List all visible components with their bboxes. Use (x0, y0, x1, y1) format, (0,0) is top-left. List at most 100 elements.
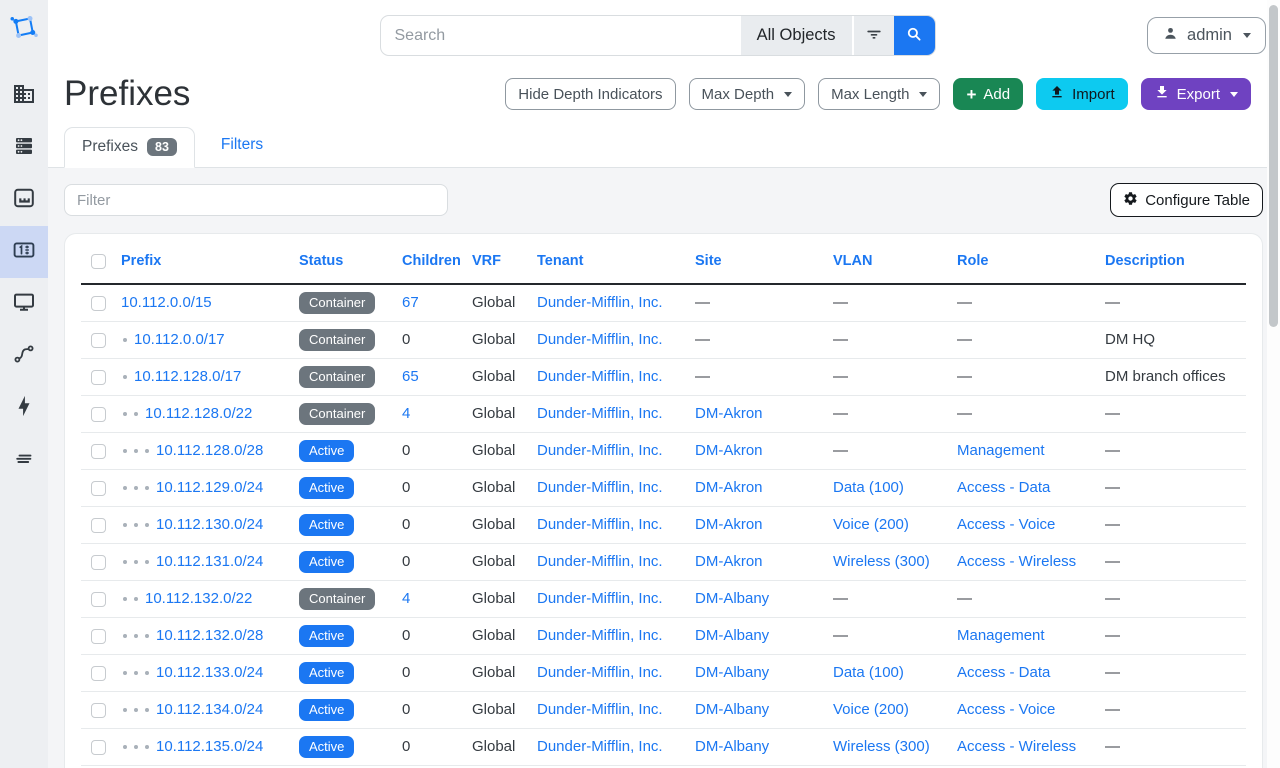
prefix-link[interactable]: 10.112.128.0/22 (145, 405, 252, 422)
search-submit-button[interactable] (894, 16, 935, 55)
prefix-link[interactable]: 10.112.0.0/17 (134, 331, 225, 348)
column-header-status[interactable]: Status (289, 247, 392, 284)
site-link[interactable]: DM-Albany (695, 738, 769, 755)
role-link[interactable]: Access - Voice (957, 516, 1055, 533)
column-header-prefix[interactable]: Prefix (111, 247, 289, 284)
prefix-link[interactable]: 10.112.129.0/24 (156, 479, 263, 496)
sidebar-item-virtualization[interactable] (0, 278, 48, 330)
vlan-link[interactable]: Voice (200) (833, 516, 909, 533)
tenant-link[interactable]: Dunder-Mifflin, Inc. (537, 294, 663, 311)
row-checkbox[interactable] (91, 407, 106, 422)
sidebar-item-circuits[interactable] (0, 330, 48, 382)
sidebar-item-provisioning[interactable] (0, 434, 48, 486)
export-dropdown[interactable]: Export (1141, 78, 1251, 110)
sidebar-item-devices[interactable] (0, 122, 48, 174)
hide-depth-indicators-button[interactable]: Hide Depth Indicators (505, 78, 675, 110)
site-link[interactable]: DM-Albany (695, 664, 769, 681)
prefix-link[interactable]: 10.112.135.0/24 (156, 738, 263, 755)
sidebar-item-organization[interactable] (0, 70, 48, 122)
column-header-description[interactable]: Description (1095, 247, 1246, 284)
role-link[interactable]: Management (957, 627, 1045, 644)
tenant-link[interactable]: Dunder-Mifflin, Inc. (537, 479, 663, 496)
prefix-link[interactable]: 10.112.132.0/22 (145, 590, 252, 607)
netbox-logo-icon[interactable] (9, 12, 39, 46)
site-link[interactable]: DM-Albany (695, 701, 769, 718)
children-count-link[interactable]: 4 (402, 590, 410, 607)
prefix-link[interactable]: 10.112.0.0/15 (121, 294, 212, 311)
site-link[interactable]: DM-Akron (695, 479, 763, 496)
column-header-vlan[interactable]: VLAN (823, 247, 947, 284)
site-link[interactable]: DM-Albany (695, 627, 769, 644)
configure-table-button[interactable]: Configure Table (1110, 183, 1263, 217)
vlan-link[interactable]: Data (100) (833, 664, 904, 681)
site-link[interactable]: DM-Akron (695, 553, 763, 570)
row-checkbox[interactable] (91, 555, 106, 570)
sidebar-item-connections[interactable] (0, 174, 48, 226)
search-scope-dropdown[interactable]: All Objects (741, 16, 852, 55)
row-checkbox[interactable] (91, 740, 106, 755)
row-checkbox[interactable] (91, 370, 106, 385)
prefix-link[interactable]: 10.112.132.0/28 (156, 627, 263, 644)
prefix-link[interactable]: 10.112.133.0/24 (156, 664, 263, 681)
row-checkbox[interactable] (91, 333, 106, 348)
page-scrollbar-thumb[interactable] (1269, 5, 1278, 327)
tenant-link[interactable]: Dunder-Mifflin, Inc. (537, 553, 663, 570)
column-header-role[interactable]: Role (947, 247, 1095, 284)
vlan-link[interactable]: Data (100) (833, 479, 904, 496)
children-count-link[interactable]: 67 (402, 294, 419, 311)
tenant-link[interactable]: Dunder-Mifflin, Inc. (537, 331, 663, 348)
select-all-checkbox[interactable] (91, 254, 106, 269)
role-link[interactable]: Access - Data (957, 664, 1050, 681)
vlan-link[interactable]: Wireless (300) (833, 553, 930, 570)
site-link[interactable]: DM-Akron (695, 516, 763, 533)
search-input[interactable] (381, 16, 741, 55)
column-header-children[interactable]: Children (392, 247, 462, 284)
vlan-link[interactable]: Wireless (300) (833, 738, 930, 755)
vlan-link[interactable]: Voice (200) (833, 701, 909, 718)
row-checkbox[interactable] (91, 592, 106, 607)
column-header-tenant[interactable]: Tenant (527, 247, 685, 284)
row-checkbox[interactable] (91, 666, 106, 681)
max-length-dropdown[interactable]: Max Length (818, 78, 940, 110)
import-button[interactable]: Import (1036, 78, 1128, 110)
tenant-link[interactable]: Dunder-Mifflin, Inc. (537, 627, 663, 644)
row-checkbox[interactable] (91, 481, 106, 496)
prefix-link[interactable]: 10.112.134.0/24 (156, 701, 263, 718)
children-count-link[interactable]: 4 (402, 405, 410, 422)
children-count-link[interactable]: 65 (402, 368, 419, 385)
row-checkbox[interactable] (91, 444, 106, 459)
role-link[interactable]: Access - Voice (957, 701, 1055, 718)
add-button[interactable]: + Add (953, 78, 1023, 110)
sidebar-item-ipam[interactable] (0, 226, 48, 278)
role-link[interactable]: Access - Data (957, 479, 1050, 496)
site-link[interactable]: DM-Albany (695, 590, 769, 607)
prefix-link[interactable]: 10.112.131.0/24 (156, 553, 263, 570)
user-menu-button[interactable]: admin (1147, 17, 1266, 54)
site-link[interactable]: DM-Akron (695, 405, 763, 422)
tenant-link[interactable]: Dunder-Mifflin, Inc. (537, 590, 663, 607)
role-link[interactable]: Access - Wireless (957, 553, 1076, 570)
tenant-link[interactable]: Dunder-Mifflin, Inc. (537, 442, 663, 459)
prefix-link[interactable]: 10.112.128.0/17 (134, 368, 241, 385)
site-link[interactable]: DM-Akron (695, 442, 763, 459)
tenant-link[interactable]: Dunder-Mifflin, Inc. (537, 701, 663, 718)
column-header-vrf[interactable]: VRF (462, 247, 527, 284)
max-depth-dropdown[interactable]: Max Depth (689, 78, 806, 110)
tenant-link[interactable]: Dunder-Mifflin, Inc. (537, 738, 663, 755)
column-header-site[interactable]: Site (685, 247, 823, 284)
tenant-link[interactable]: Dunder-Mifflin, Inc. (537, 405, 663, 422)
row-checkbox[interactable] (91, 296, 106, 311)
tenant-link[interactable]: Dunder-Mifflin, Inc. (537, 664, 663, 681)
tab-filters[interactable]: Filters (204, 126, 280, 167)
search-filter-button[interactable] (852, 16, 894, 55)
row-checkbox[interactable] (91, 629, 106, 644)
row-checkbox[interactable] (91, 703, 106, 718)
tenant-link[interactable]: Dunder-Mifflin, Inc. (537, 516, 663, 533)
prefix-link[interactable]: 10.112.128.0/28 (156, 442, 263, 459)
row-checkbox[interactable] (91, 518, 106, 533)
tab-prefixes[interactable]: Prefixes 83 (64, 127, 195, 168)
role-link[interactable]: Management (957, 442, 1045, 459)
tenant-link[interactable]: Dunder-Mifflin, Inc. (537, 368, 663, 385)
filter-input[interactable] (64, 184, 448, 216)
role-link[interactable]: Access - Wireless (957, 738, 1076, 755)
